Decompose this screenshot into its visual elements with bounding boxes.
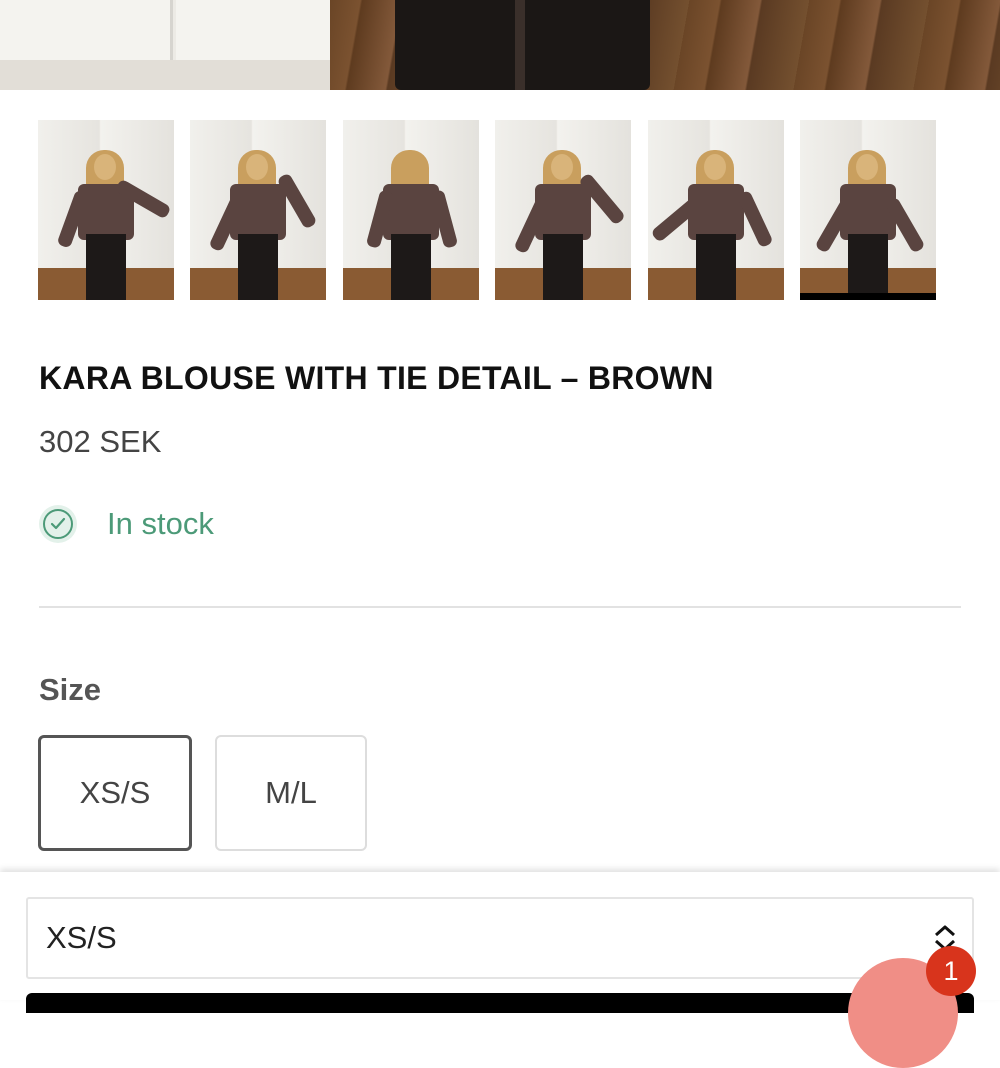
hero-model-legs (395, 0, 650, 90)
thumbnail-1[interactable] (38, 120, 174, 300)
divider (39, 606, 961, 608)
thumbnail-2[interactable] (190, 120, 326, 300)
thumb-blouse (688, 184, 744, 240)
product-title: KARA BLOUSE WITH TIE DETAIL – BROWN (39, 360, 714, 396)
stock-status-text: In stock (107, 506, 214, 541)
size-label: Size (39, 672, 102, 707)
thumb-pants (696, 234, 736, 300)
thumb-pants (391, 234, 431, 300)
size-option-xs-s[interactable]: XS/S (38, 735, 192, 851)
add-to-cart-button[interactable] (26, 993, 974, 1013)
thumb-pants (238, 234, 278, 300)
thumb-pants (86, 234, 126, 300)
thumb-head (246, 154, 268, 180)
check-circle-icon (39, 505, 77, 543)
variant-select-value: XS/S (46, 920, 117, 955)
product-price: 302 SEK (39, 424, 162, 459)
thumbnail-gallery (38, 120, 938, 300)
thumb-head (704, 154, 726, 180)
thumb-head (856, 154, 878, 180)
notification-badge: 1 (926, 946, 976, 996)
sticky-purchase-bar: XS/S (0, 872, 1000, 1013)
thumb-pants (848, 234, 888, 300)
variant-select[interactable]: XS/S (26, 897, 974, 979)
thumbnail-4[interactable] (495, 120, 631, 300)
stock-status: In stock (39, 505, 214, 543)
main-product-image[interactable] (0, 0, 1000, 90)
check-mark (50, 517, 66, 530)
thumbnail-5[interactable] (648, 120, 784, 300)
thumb-head (94, 154, 116, 180)
thumbnail-3[interactable] (343, 120, 479, 300)
thumb-head (551, 154, 573, 180)
check-ring (43, 509, 73, 539)
thumb-pants (543, 234, 583, 300)
size-option-m-l[interactable]: M/L (215, 735, 367, 851)
thumbnail-6[interactable] (800, 120, 936, 300)
